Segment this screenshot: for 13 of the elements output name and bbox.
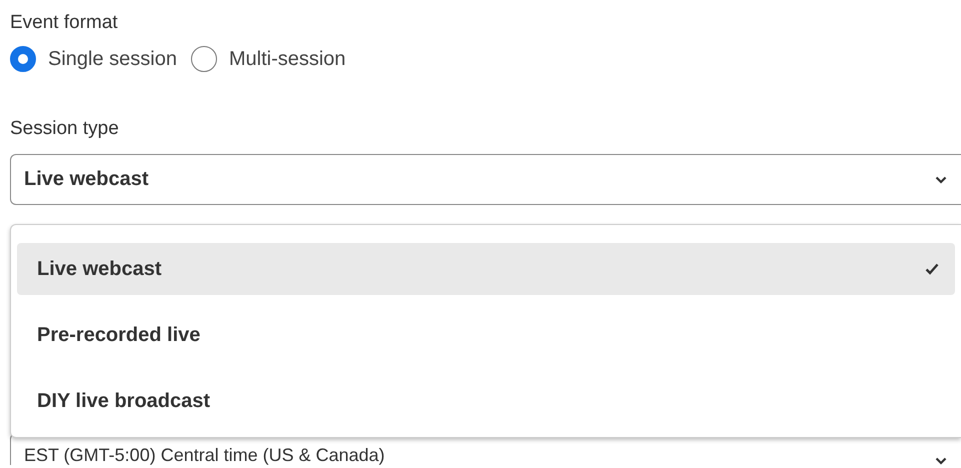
field-label: Event format [10, 12, 119, 34]
checkmark-icon [925, 263, 939, 275]
chevron-down-icon [935, 176, 947, 184]
radio-label[interactable]: Single session [48, 48, 177, 70]
menu-option[interactable]: Live webcast [17, 243, 955, 295]
field-label: Session type [10, 118, 120, 140]
select-field[interactable]: Live webcast [10, 154, 961, 205]
radio-button[interactable] [190, 46, 217, 72]
menu-option[interactable]: Pre-recorded live [17, 309, 955, 361]
radio-label[interactable]: Multi-session [228, 48, 346, 70]
chevron-down-icon [935, 457, 947, 465]
menu-option[interactable]: DIY live broadcast [17, 375, 955, 427]
radio-button[interactable] [10, 46, 36, 72]
